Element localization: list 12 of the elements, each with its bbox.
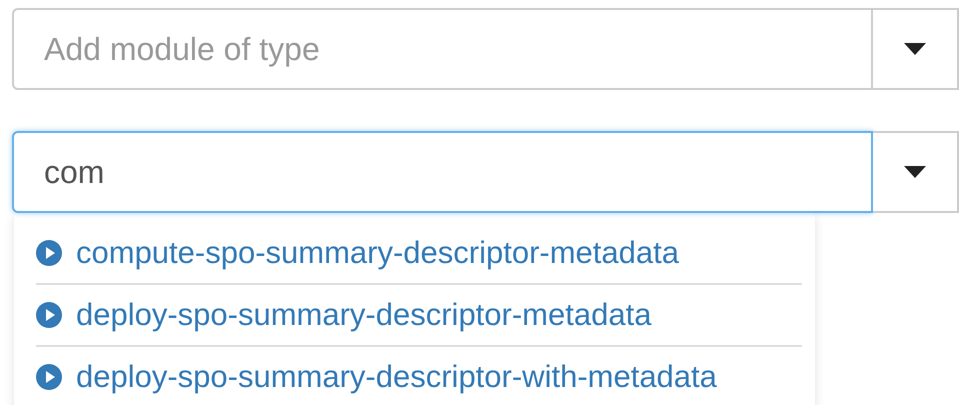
module-type-field[interactable]: Add module of type (12, 8, 873, 90)
suggestion-item[interactable]: compute-spo-summary-descriptor-metadata (36, 223, 802, 285)
dropdown-toggle[interactable] (873, 8, 959, 90)
play-icon (36, 302, 62, 328)
play-icon (36, 364, 62, 390)
suggestion-item[interactable]: deploy-spo-summary-descriptor-metadata (36, 285, 802, 347)
module-type-field[interactable]: com (12, 131, 873, 213)
suggestion-item[interactable]: deploy-spo-summary-descriptor-with-metadata (36, 347, 802, 405)
caret-icon (904, 43, 926, 55)
play-icon (36, 240, 62, 266)
dropdown-toggle[interactable] (873, 131, 959, 213)
caret-icon (904, 166, 926, 178)
